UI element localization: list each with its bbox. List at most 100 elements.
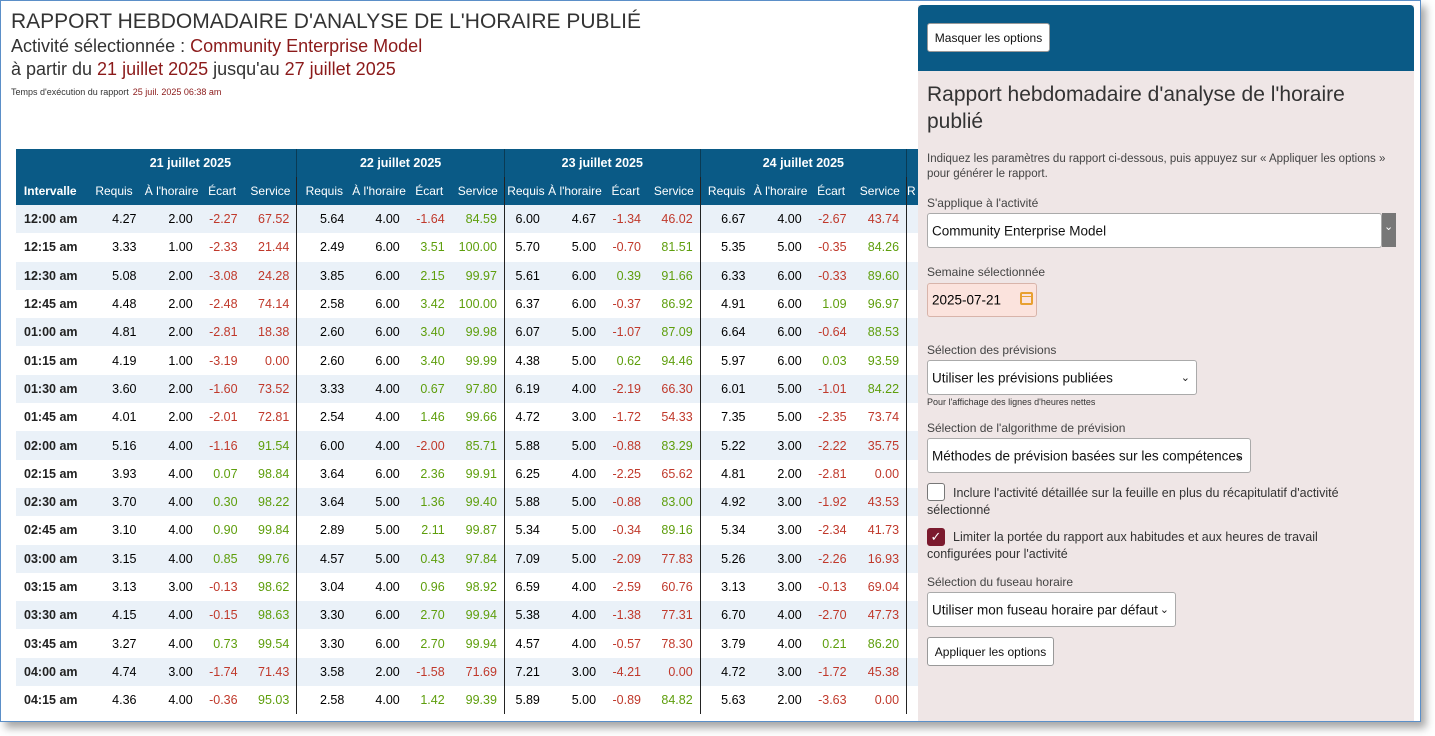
table-cell: 2.70 — [406, 629, 452, 658]
interval-cell: 02:30 am — [16, 487, 85, 517]
table-cell: 3.00 — [546, 403, 604, 432]
table-cell: 77.83 — [647, 544, 701, 573]
from-date: 21 juillet 2025 — [97, 59, 209, 79]
table-cell: 96.97 — [853, 289, 908, 319]
interval-cell: 02:00 am — [16, 431, 85, 460]
table-cell: 0.07 — [199, 459, 245, 488]
report-date-range: à partir du 21 juillet 2025 jusqu'au 27 … — [11, 59, 396, 80]
table-cell: 84.22 — [853, 374, 908, 404]
algorithm-label: Sélection de l'algorithme de prévision — [927, 421, 1126, 435]
table-cell: 6.64 — [700, 318, 753, 347]
table-cell: 99.54 — [244, 629, 298, 658]
table-cell: 1.46 — [406, 403, 452, 432]
table-cell: 6.00 — [752, 318, 809, 347]
table-cell: 7.09 — [504, 544, 547, 573]
table-cell: 0.21 — [808, 629, 854, 658]
table-cell: 65.62 — [647, 459, 701, 488]
table-cell: -0.36 — [199, 686, 245, 715]
column-header: Écart — [406, 177, 452, 205]
table-cell: 4.00 — [752, 205, 809, 234]
activity-select[interactable]: Community Enterprise Model — [927, 213, 1382, 248]
algorithm-select[interactable]: Méthodes de prévision basées sur les com… — [927, 438, 1251, 473]
table-cell: 3.04 — [296, 572, 352, 602]
clipped-cell — [906, 346, 918, 375]
clipped-cell — [906, 686, 918, 715]
hide-options-button[interactable]: Masquer les options — [927, 23, 1050, 52]
column-header: Écart — [808, 177, 854, 205]
report-title: RAPPORT HEBDOMADAIRE D'ANALYSE DE L'HORA… — [11, 10, 642, 33]
table-cell: -2.00 — [406, 431, 452, 460]
table-cell: 0.00 — [853, 459, 908, 488]
interval-group-header — [16, 149, 85, 177]
clipped-cell — [906, 318, 918, 347]
week-date-input[interactable]: 2025-07-21 — [927, 283, 1037, 317]
forecast-select[interactable]: Utiliser les prévisions publiées ⌄ — [927, 360, 1197, 395]
column-header: Requis — [84, 177, 144, 205]
table-cell: 6.00 — [351, 318, 407, 347]
table-cell: 4.00 — [351, 431, 407, 460]
table-cell: -0.89 — [603, 686, 648, 715]
table-cell: 5.00 — [546, 346, 604, 375]
table-cell: 2.89 — [296, 516, 352, 545]
column-header: À l'horaire — [143, 177, 200, 205]
table-cell: 5.08 — [84, 261, 144, 290]
table-cell: 5.97 — [700, 346, 753, 375]
interval-cell: 02:45 am — [16, 516, 85, 545]
options-panel-header: Masquer les options — [918, 5, 1414, 71]
table-cell: 6.01 — [700, 374, 753, 404]
table-cell: 5.00 — [752, 403, 809, 432]
table-cell: 73.52 — [244, 374, 298, 404]
column-header: Requis — [700, 177, 753, 205]
table-cell: 86.20 — [853, 629, 908, 658]
from-prefix: à partir du — [11, 59, 98, 79]
table-cell: -2.19 — [603, 374, 648, 404]
table-cell: 3.10 — [84, 516, 144, 545]
table-cell: 0.85 — [199, 544, 245, 573]
table-cell: 3.64 — [296, 459, 352, 488]
table-row: 03:45 am 3.27 4.00 0.73 99.54 3.30 6.00 2.70 99.… — [16, 629, 918, 658]
calendar-icon[interactable] — [1020, 292, 1033, 305]
table-cell: -1.34 — [603, 205, 648, 234]
table-cell: 18.38 — [244, 318, 298, 347]
table-cell: 98.22 — [244, 487, 298, 517]
clipped-cell — [906, 629, 918, 658]
table-cell: 98.63 — [244, 601, 298, 630]
table-cell: -2.81 — [199, 318, 245, 347]
column-header: À l'horaire — [351, 177, 407, 205]
table-cell: 5.00 — [546, 233, 604, 262]
table-row: 12:30 am 5.08 2.00 -3.08 24.28 3.85 6.00 2.15 99… — [16, 261, 918, 290]
table-cell: 41.73 — [853, 516, 908, 545]
clipped-cell — [906, 233, 918, 262]
table-cell: 2.00 — [143, 289, 200, 319]
table-row: 04:15 am 4.36 4.00 -0.36 95.03 2.58 4.00 1.42 99… — [16, 686, 918, 715]
table-cell: 81.51 — [647, 233, 701, 262]
table-cell: 4.36 — [84, 686, 144, 715]
table-cell: 4.00 — [143, 601, 200, 630]
table-cell: 5.00 — [752, 374, 809, 404]
table-cell: 3.40 — [406, 346, 452, 375]
timezone-select[interactable]: Utiliser mon fuseau horaire par défaut ⌄ — [927, 592, 1176, 627]
table-cell: -1.72 — [603, 403, 648, 432]
apply-options-button[interactable]: Appliquer les options — [927, 637, 1054, 666]
table-cell: 45.38 — [853, 657, 908, 687]
table-cell: 87.09 — [647, 318, 701, 347]
table-cell: 3.00 — [143, 657, 200, 687]
table-cell: -3.63 — [808, 686, 854, 715]
column-header: Écart — [603, 177, 648, 205]
table-cell: 6.00 — [752, 289, 809, 319]
table-cell: 5.00 — [351, 516, 407, 545]
report-window: RAPPORT HEBDOMADAIRE D'ANALYSE DE L'HORA… — [0, 0, 1421, 722]
table-cell: 3.58 — [296, 657, 352, 687]
clipped-cell — [906, 487, 918, 517]
table-cell: 2.11 — [406, 516, 452, 545]
table-cell: 1.36 — [406, 487, 452, 517]
table-cell: 3.00 — [752, 544, 809, 573]
table-cell: 2.15 — [406, 261, 452, 290]
table-cell: 4.00 — [143, 459, 200, 488]
column-header: À l'horaire — [546, 177, 604, 205]
table-cell: 6.00 — [504, 205, 547, 234]
activity-select-scroll-arrow[interactable]: ⌄ — [1382, 213, 1396, 247]
table-cell: 1.00 — [143, 233, 200, 262]
table-cell: 4.00 — [143, 431, 200, 460]
table-cell: 3.60 — [84, 374, 144, 404]
